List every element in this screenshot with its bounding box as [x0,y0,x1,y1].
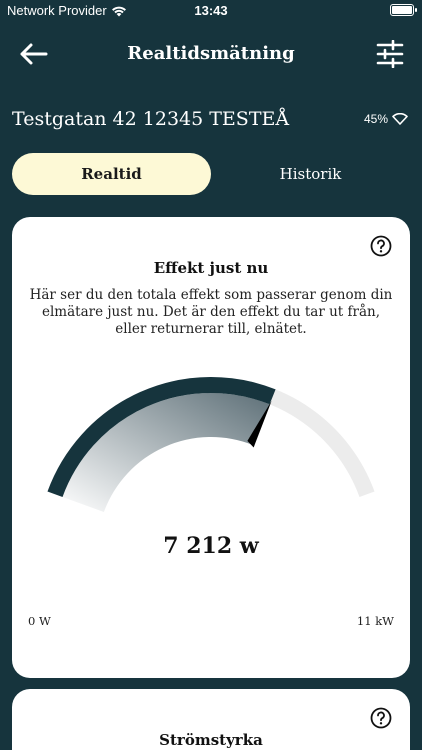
wifi-icon [392,113,408,125]
gauge-min-label: 0 W [28,614,51,628]
current-card-title: Strömstyrka [159,731,263,749]
signal-indicator: 45% [364,112,408,126]
page-title: Realtidsmätning [127,43,295,64]
signal-strength-label: 45% [363,112,388,126]
tab-realtid[interactable]: Realtid [12,153,211,195]
gauge-max-label: 11 kW [356,614,394,628]
battery-icon [390,4,417,16]
settings-sliders-icon[interactable] [376,40,404,68]
nav-bar: Realtidsmätning [0,34,422,74]
gauge-fill [62,393,270,513]
power-value: 7 212 w [163,533,259,559]
status-bar: Network Provider 13:43 [0,0,422,22]
status-time: 13:43 [194,3,228,18]
power-card: Effekt just nu Här ser du den totala eff… [12,217,410,678]
address-label: Testgatan 42 12345 TESTEÅ [12,108,290,130]
power-gauge [47,376,375,513]
help-icon[interactable] [370,707,392,729]
tab-historik[interactable]: Historik [211,153,410,195]
current-card: Strömstyrka [12,689,410,750]
